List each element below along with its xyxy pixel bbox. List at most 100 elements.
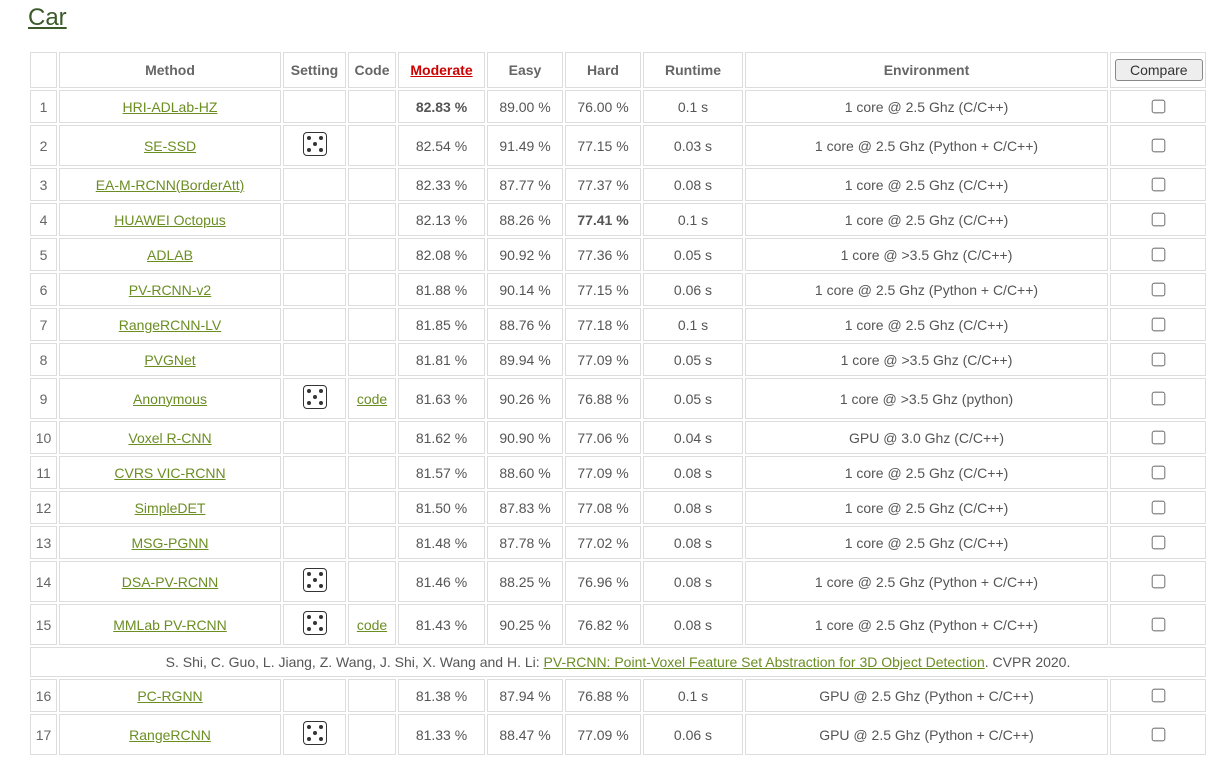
table-row: 4HUAWEI Octopus82.13 %88.26 %77.41 %0.1 … <box>30 203 1206 236</box>
method-cell: PC-RGNN <box>59 679 281 712</box>
hard-cell: 76.88 % <box>565 679 641 712</box>
moderate-cell: 81.43 % <box>398 604 485 645</box>
runtime-cell: 0.08 s <box>643 561 743 602</box>
col-hard[interactable]: Hard <box>565 52 641 88</box>
moderate-cell: 81.88 % <box>398 273 485 306</box>
hard-cell: 77.08 % <box>565 491 641 524</box>
method-link[interactable]: EA-M-RCNN(BorderAtt) <box>96 177 245 193</box>
col-runtime[interactable]: Runtime <box>643 52 743 88</box>
compare-checkbox[interactable] <box>1152 139 1166 153</box>
runtime-cell: 0.1 s <box>643 679 743 712</box>
compare-checkbox[interactable] <box>1152 618 1166 632</box>
compare-checkbox[interactable] <box>1152 575 1166 589</box>
method-link[interactable]: HUAWEI Octopus <box>114 212 226 228</box>
code-cell <box>348 168 396 201</box>
method-link[interactable]: RangeRCNN <box>129 727 211 743</box>
compare-cell <box>1110 491 1206 524</box>
setting-cell <box>283 203 346 236</box>
env-cell: GPU @ 2.5 Ghz (Python + C/C++) <box>745 714 1108 755</box>
runtime-cell: 0.05 s <box>643 378 743 419</box>
compare-cell <box>1110 168 1206 201</box>
method-link[interactable]: MMLab PV-RCNN <box>113 617 227 633</box>
runtime-cell: 0.08 s <box>643 526 743 559</box>
table-row: 17RangeRCNN81.33 %88.47 %77.09 %0.06 sGP… <box>30 714 1206 755</box>
compare-checkbox[interactable] <box>1152 431 1166 445</box>
compare-checkbox[interactable] <box>1152 318 1166 332</box>
code-cell <box>348 308 396 341</box>
method-link[interactable]: SE-SSD <box>144 138 196 154</box>
rank-cell: 1 <box>30 90 57 123</box>
method-link[interactable]: PVGNet <box>144 352 195 368</box>
setting-cell <box>283 378 346 419</box>
compare-checkbox[interactable] <box>1152 501 1166 515</box>
compare-checkbox[interactable] <box>1152 689 1166 703</box>
rank-cell: 13 <box>30 526 57 559</box>
setting-cell <box>283 343 346 376</box>
method-link[interactable]: RangeRCNN-LV <box>119 317 221 333</box>
moderate-cell: 81.38 % <box>398 679 485 712</box>
method-link[interactable]: PC-RGNN <box>137 688 202 704</box>
code-link[interactable]: code <box>357 391 387 407</box>
method-cell: MSG-PGNN <box>59 526 281 559</box>
compare-cell <box>1110 456 1206 489</box>
col-moderate[interactable]: Moderate <box>398 52 485 88</box>
method-cell: RangeRCNN <box>59 714 281 755</box>
method-cell: CVRS VIC-RCNN <box>59 456 281 489</box>
dice-icon <box>303 721 327 745</box>
compare-checkbox[interactable] <box>1152 248 1166 262</box>
env-cell: 1 core @ 2.5 Ghz (Python + C/C++) <box>745 273 1108 306</box>
code-cell <box>348 714 396 755</box>
method-cell: DSA-PV-RCNN <box>59 561 281 602</box>
compare-checkbox[interactable] <box>1152 353 1166 367</box>
table-row: 1HRI-ADLab-HZ82.83 %89.00 %76.00 %0.1 s1… <box>30 90 1206 123</box>
col-environment[interactable]: Environment <box>745 52 1108 88</box>
citation-authors: S. Shi, C. Guo, L. Jiang, Z. Wang, J. Sh… <box>166 654 544 670</box>
code-cell <box>348 90 396 123</box>
method-link[interactable]: Anonymous <box>133 391 207 407</box>
col-easy[interactable]: Easy <box>487 52 563 88</box>
compare-checkbox[interactable] <box>1152 536 1166 550</box>
compare-cell <box>1110 714 1206 755</box>
method-link[interactable]: SimpleDET <box>135 500 206 516</box>
hard-cell: 77.36 % <box>565 238 641 271</box>
results-table: Method Setting Code Moderate Easy Hard R… <box>28 50 1208 757</box>
method-link[interactable]: PV-RCNN-v2 <box>129 282 211 298</box>
moderate-cell: 82.33 % <box>398 168 485 201</box>
compare-checkbox[interactable] <box>1152 728 1166 742</box>
col-method[interactable]: Method <box>59 52 281 88</box>
setting-cell <box>283 714 346 755</box>
compare-cell <box>1110 561 1206 602</box>
col-code[interactable]: Code <box>348 52 396 88</box>
method-link[interactable]: HRI-ADLab-HZ <box>123 99 218 115</box>
compare-cell <box>1110 343 1206 376</box>
method-link[interactable]: MSG-PGNN <box>132 535 209 551</box>
compare-button[interactable]: Compare <box>1115 59 1203 81</box>
method-cell: PV-RCNN-v2 <box>59 273 281 306</box>
rank-cell: 11 <box>30 456 57 489</box>
citation-link[interactable]: PV-RCNN: Point-Voxel Feature Set Abstrac… <box>544 654 985 670</box>
compare-checkbox[interactable] <box>1152 213 1166 227</box>
method-link[interactable]: CVRS VIC-RCNN <box>114 465 225 481</box>
compare-checkbox[interactable] <box>1152 392 1166 406</box>
compare-checkbox[interactable] <box>1152 178 1166 192</box>
env-cell: 1 core @ 2.5 Ghz (Python + C/C++) <box>745 125 1108 166</box>
code-cell <box>348 273 396 306</box>
code-cell <box>348 238 396 271</box>
compare-checkbox[interactable] <box>1152 466 1166 480</box>
code-cell <box>348 343 396 376</box>
method-link[interactable]: Voxel R-CNN <box>128 430 211 446</box>
method-link[interactable]: DSA-PV-RCNN <box>122 574 218 590</box>
method-link[interactable]: ADLAB <box>147 247 193 263</box>
easy-cell: 90.90 % <box>487 421 563 454</box>
runtime-cell: 0.05 s <box>643 238 743 271</box>
hard-cell: 77.06 % <box>565 421 641 454</box>
code-link[interactable]: code <box>357 617 387 633</box>
runtime-cell: 0.1 s <box>643 308 743 341</box>
moderate-cell: 81.48 % <box>398 526 485 559</box>
compare-checkbox[interactable] <box>1152 283 1166 297</box>
col-setting[interactable]: Setting <box>283 52 346 88</box>
easy-cell: 89.00 % <box>487 90 563 123</box>
code-cell: code <box>348 604 396 645</box>
compare-checkbox[interactable] <box>1152 100 1166 114</box>
hard-cell: 77.02 % <box>565 526 641 559</box>
